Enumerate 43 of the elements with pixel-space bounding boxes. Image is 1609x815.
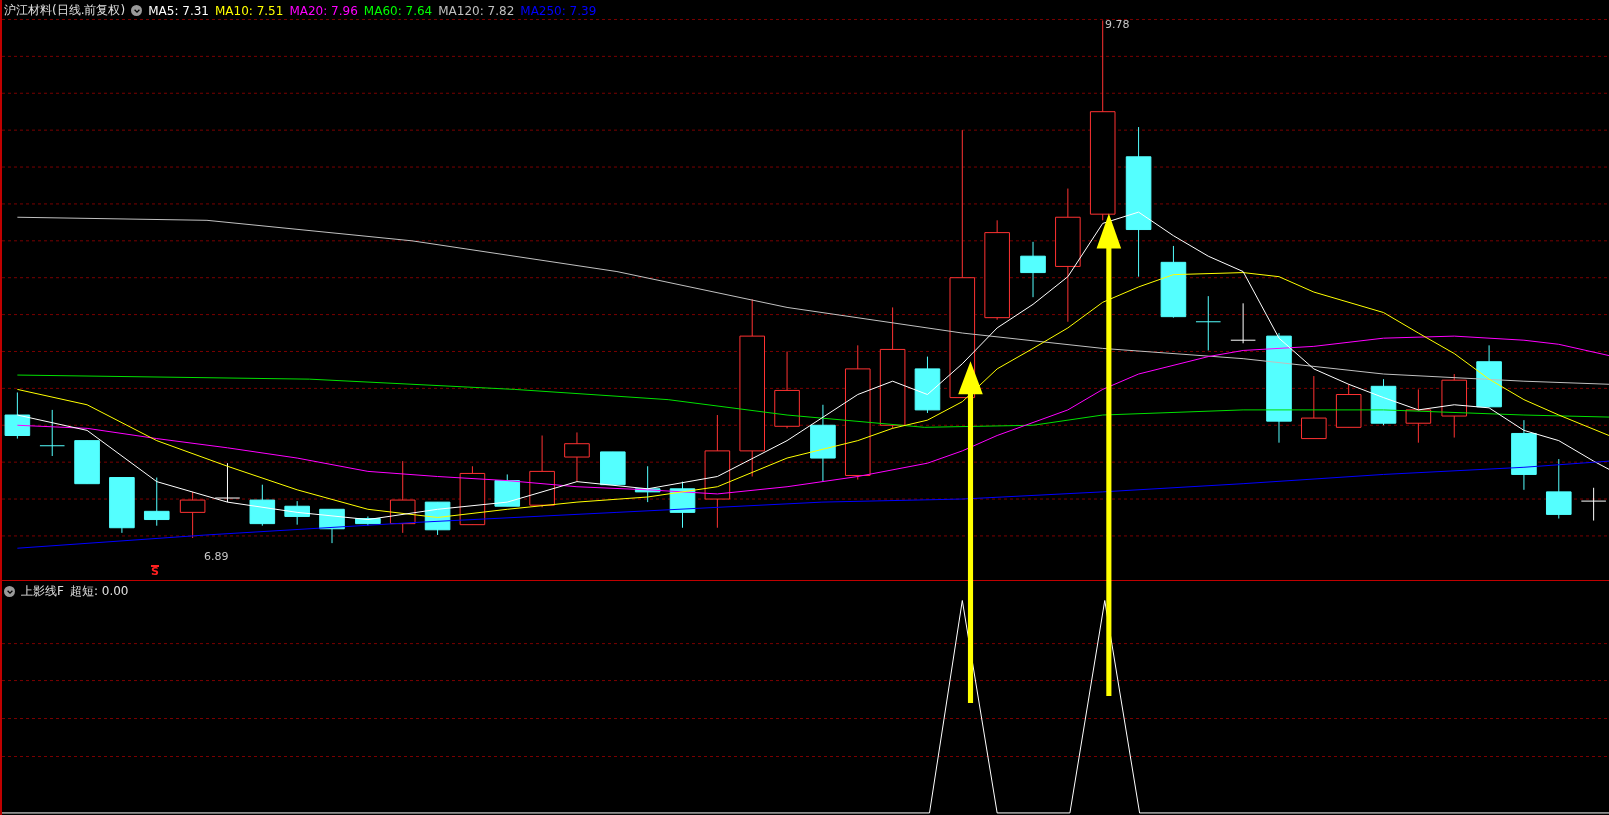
candlestick [355,515,381,527]
candlestick [1301,375,1327,440]
low-price-label: 6.89 [204,550,229,563]
candlestick [109,477,135,534]
candlestick [564,431,590,483]
ma-indicator-label: MA120: 7.82 [438,3,515,18]
candlestick [1335,383,1362,428]
stock-title: 沪江材料(日线.前复权) [4,2,126,19]
candlestick [1370,378,1397,426]
indicator-reading: 超短: 0.00 [69,583,129,600]
candlestick [1020,241,1046,298]
candlestick [669,481,696,529]
candlestick [1195,295,1222,351]
candlestick [1441,373,1468,439]
candlestick [284,500,310,526]
candlestick [1511,419,1537,491]
candlestick [914,356,941,414]
candlestick [634,465,661,503]
candlestick [39,409,65,457]
candlestick [249,484,276,527]
candlestick [4,391,31,440]
candlestick [143,477,170,527]
high-price-label: 9.78 [1105,18,1130,31]
candlestick [179,491,206,539]
candlestick [1476,344,1502,408]
candlestick [459,465,486,526]
candlestick [214,462,241,503]
candlestick [1230,302,1256,344]
candlestick [319,508,345,544]
candlestick [74,440,100,485]
candlestick [1405,388,1432,444]
ma-indicator-label: MA10: 7.51 [214,3,284,18]
ma-indicator-label: MA20: 7.96 [289,3,358,18]
candlestick [600,451,626,486]
candlestick [1546,458,1572,519]
sell-signal-label: S [151,565,159,577]
candlestick [1580,487,1607,522]
ma-indicator-label: MA5: 7.31 [148,3,209,18]
ma-indicator-label: MA250: 7.39 [520,3,597,18]
indicator-title: 上影线F [21,583,64,600]
dropdown-icon[interactable] [4,586,15,597]
dropdown-icon[interactable] [131,5,143,16]
ma-indicator-label: MA60: 7.64 [363,3,433,18]
